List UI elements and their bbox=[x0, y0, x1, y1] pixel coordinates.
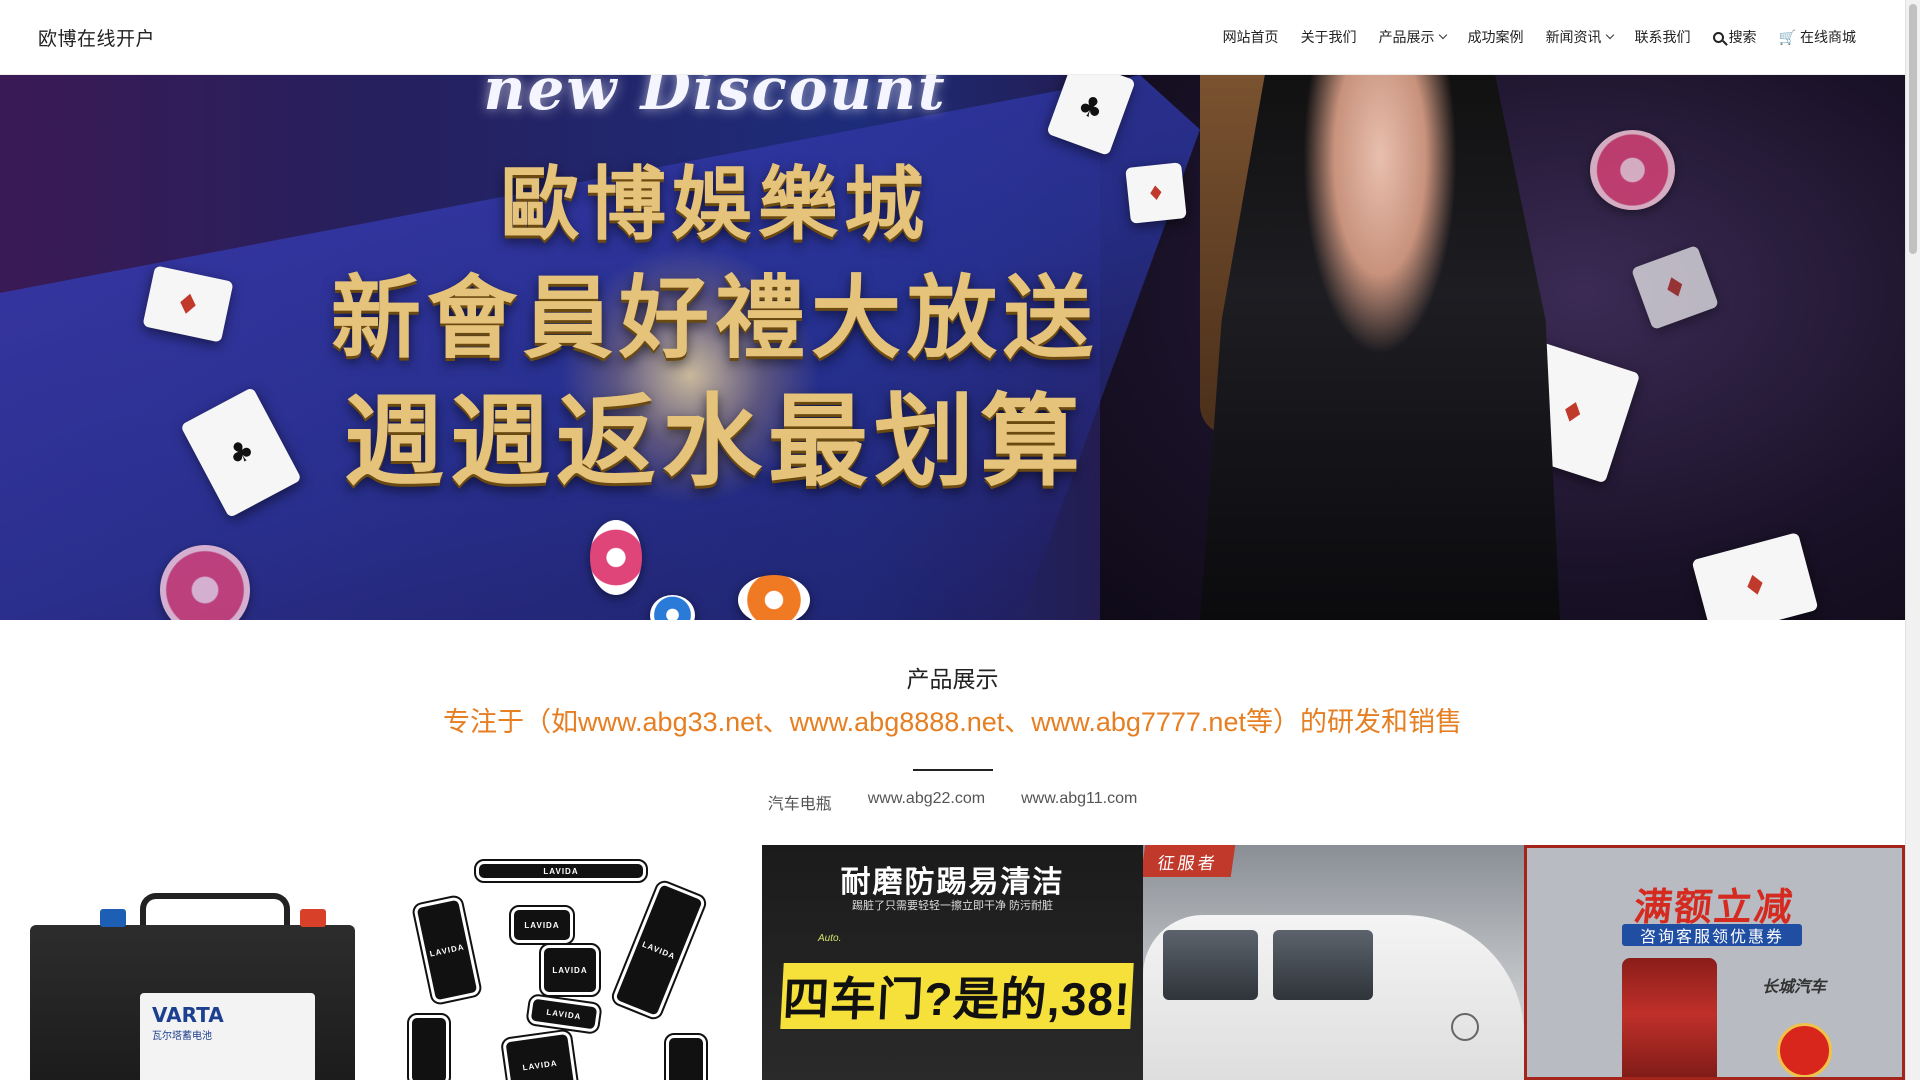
site-header: 欧博在线开户 网站首页 关于我们 产品展示 成功案例 新闻资讯 联系我们 搜索 … bbox=[0, 0, 1905, 75]
banner-line-2: 新會員好禮大放送 bbox=[331, 265, 1099, 371]
mat-piece: LAVIDA bbox=[525, 992, 603, 1036]
promo-big-text: 四车门?是的,38! bbox=[780, 963, 1134, 1029]
banner-line-3: 週週返水最划算 bbox=[344, 382, 1086, 500]
car-fuel-cap bbox=[1451, 1013, 1479, 1041]
nav-search-label: 搜索 bbox=[1728, 29, 1757, 45]
car-brand-logo: 长城汽车 bbox=[1762, 979, 1827, 996]
chevron-down-icon bbox=[1438, 30, 1447, 40]
mat-piece: LAVIDA bbox=[499, 1028, 581, 1080]
nav-about[interactable]: 关于我们 bbox=[1290, 0, 1368, 74]
battery-brand-sub: 瓦尔塔蓄电池 bbox=[152, 1031, 212, 1042]
nav-news[interactable]: 新闻资讯 bbox=[1535, 0, 1624, 74]
battery-terminal-positive bbox=[300, 909, 326, 927]
product-badge: 征服者 bbox=[1143, 845, 1236, 877]
filter-car-battery[interactable]: 汽车电瓶 bbox=[768, 790, 832, 814]
casino-chip-icon bbox=[738, 575, 810, 620]
mat-piece bbox=[407, 1013, 451, 1080]
product-card-mats[interactable]: LAVIDA LAVIDA LAVIDA LAVIDA LAVIDA LAVID… bbox=[381, 845, 762, 1080]
scrollbar-thumb[interactable] bbox=[1909, 4, 1917, 254]
battery-brand: VARTA bbox=[152, 1003, 224, 1027]
filter-abg11[interactable]: www.abg11.com bbox=[1021, 790, 1137, 814]
mat-piece: LAVIDA bbox=[509, 905, 575, 945]
mat-piece: LAVIDA bbox=[474, 859, 648, 883]
mat-piece: LAVIDA bbox=[410, 893, 484, 1007]
battery-handle bbox=[140, 893, 290, 925]
nav-about-label: 关于我们 bbox=[1300, 29, 1357, 45]
banner-line-1: 歐博娛樂城 bbox=[500, 157, 930, 251]
casino-chip-icon bbox=[1590, 130, 1675, 210]
casino-chip-icon bbox=[590, 520, 642, 595]
product-card-pickup[interactable]: 长城汽车 满额立减 咨询客服领优惠券 bbox=[1524, 845, 1905, 1080]
page-scrollbar[interactable] bbox=[1905, 0, 1920, 1080]
product-card-door-protector[interactable]: 耐磨防踢易清洁 踢脏了只需要轻轻一擦立即干净 防污耐脏 Auto. 四车门?是的… bbox=[762, 845, 1143, 1080]
car-window bbox=[1163, 930, 1258, 1000]
car-window bbox=[1273, 930, 1373, 1000]
nav-shop-label: 在线商城 bbox=[1800, 29, 1856, 45]
chevron-down-icon bbox=[1605, 30, 1614, 40]
section-subtitle: 专注于（如www.abg33.net、www.abg8888.net、www.a… bbox=[443, 707, 1462, 737]
nav-products[interactable]: 产品展示 bbox=[1368, 0, 1457, 74]
battery-terminal-negative bbox=[100, 909, 126, 927]
nav-search[interactable]: 搜索 bbox=[1702, 0, 1768, 74]
banner-script-text: new Discount bbox=[483, 75, 947, 123]
tail-light bbox=[1622, 958, 1717, 1077]
section-title: 产品展示 bbox=[906, 666, 999, 692]
nav-home[interactable]: 网站首页 bbox=[1212, 0, 1290, 74]
promo-small-text: 踢脏了只需要轻轻一擦立即干净 防污耐脏 bbox=[851, 900, 1054, 912]
nav-home-label: 网站首页 bbox=[1222, 29, 1279, 45]
product-filters: 汽车电瓶 www.abg22.com www.abg11.com bbox=[0, 790, 1905, 814]
site-title[interactable]: 欧博在线开户 bbox=[38, 24, 155, 51]
nav-shop[interactable]: 🛒 在线商城 bbox=[1768, 0, 1867, 74]
battery-label: VARTA 瓦尔塔蓄电池 bbox=[140, 993, 315, 1080]
nav-cases[interactable]: 成功案例 bbox=[1457, 0, 1535, 74]
nav-products-label: 产品展示 bbox=[1378, 29, 1435, 45]
section-divider bbox=[913, 769, 993, 771]
nav-contact[interactable]: 联系我们 bbox=[1624, 0, 1702, 74]
promo-coupon-text: 咨询客服领优惠券 bbox=[1622, 924, 1802, 946]
main-nav: 网站首页 关于我们 产品展示 成功案例 新闻资讯 联系我们 搜索 🛒 在线商城 bbox=[1212, 0, 1867, 74]
mat-piece: LAVIDA bbox=[539, 943, 601, 997]
filter-abg22[interactable]: www.abg22.com bbox=[868, 790, 985, 814]
product-card-car[interactable]: 征服者 bbox=[1143, 845, 1524, 1080]
promo-tag: Auto. bbox=[818, 933, 842, 944]
product-grid: VARTA 瓦尔塔蓄电池 LAVIDA LAVIDA LAVIDA LAVIDA… bbox=[0, 845, 1905, 1080]
nav-cases-label: 成功案例 bbox=[1467, 29, 1524, 45]
award-seal-icon bbox=[1777, 1023, 1832, 1077]
promo-title: 耐磨防踢易清洁 bbox=[840, 866, 1065, 899]
search-icon bbox=[1712, 31, 1724, 43]
battery-image: VARTA 瓦尔塔蓄电池 bbox=[30, 893, 355, 1080]
nav-contact-label: 联系我们 bbox=[1634, 29, 1691, 45]
product-card-battery[interactable]: VARTA 瓦尔塔蓄电池 bbox=[0, 845, 381, 1080]
mat-piece: LAVIDA bbox=[607, 878, 711, 1022]
cart-icon: 🛒 bbox=[1778, 28, 1796, 45]
hero-banner[interactable]: ♦ ♣ ♣ ♦ ♦ ♦ ♦ new Discount 歐博娛樂城 新會員好禮大放… bbox=[0, 75, 1905, 620]
mat-piece bbox=[664, 1033, 708, 1080]
nav-news-label: 新闻资讯 bbox=[1545, 29, 1602, 45]
